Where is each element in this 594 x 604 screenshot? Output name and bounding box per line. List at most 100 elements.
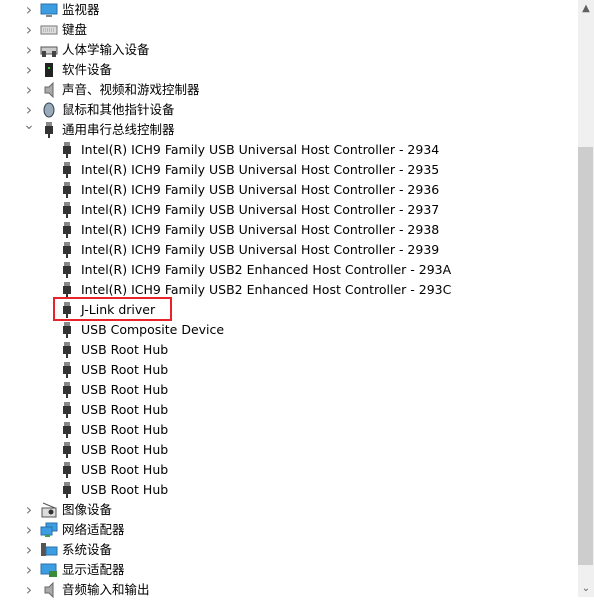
chevron-right-icon[interactable]: › [23,500,35,520]
device-item[interactable]: Intel(R) ICH9 Family USB Universal Host … [0,220,578,240]
chevron-right-icon[interactable]: › [23,20,35,40]
usb-icon [62,162,72,178]
tree-category[interactable]: › 软件设备 [0,60,578,80]
device-item[interactable]: USB Root Hub [0,400,578,420]
chevron-right-icon[interactable]: › [23,0,35,20]
software-device-icon [40,62,58,78]
category-label: 系统设备 [62,542,113,557]
usb-icon [62,202,72,218]
network-adapter-icon [40,522,58,538]
hid-icon [40,42,58,58]
camera-icon [40,502,58,518]
device-item[interactable]: Intel(R) ICH9 Family USB Universal Host … [0,160,578,180]
chevron-right-icon[interactable]: › [23,540,35,560]
chevron-right-icon[interactable]: › [23,80,35,100]
scroll-down-button[interactable]: ⌄ [578,580,594,597]
device-label: USB Root Hub [81,442,169,457]
tree-category[interactable]: › 键盘 [0,20,578,40]
speaker-icon [40,581,58,599]
category-label: 声音、视频和游戏控制器 [62,82,200,97]
category-label: 鼠标和其他指针设备 [62,102,175,117]
usb-icon [62,462,72,478]
device-item[interactable]: USB Root Hub [0,420,578,440]
device-item[interactable]: Intel(R) ICH9 Family USB2 Enhanced Host … [0,260,578,280]
usb-icon [62,242,72,258]
chevron-right-icon[interactable]: › [23,520,35,540]
scrollbar-thumb[interactable] [578,147,593,565]
usb-icon [62,482,72,498]
tree-category[interactable]: › 声音、视频和游戏控制器 [0,80,578,100]
device-label: Intel(R) ICH9 Family USB Universal Host … [81,142,440,157]
device-item[interactable]: Intel(R) ICH9 Family USB Universal Host … [0,140,578,160]
device-label: USB Root Hub [81,462,169,477]
device-item[interactable]: USB Root Hub [0,360,578,380]
device-label: USB Root Hub [81,362,169,377]
device-label: USB Composite Device [81,322,225,337]
device-item[interactable]: USB Composite Device [0,320,578,340]
device-item[interactable]: USB Root Hub [0,440,578,460]
chevron-right-icon[interactable]: › [23,560,35,580]
device-label: Intel(R) ICH9 Family USB Universal Host … [81,202,440,217]
device-item[interactable]: USB Root Hub [0,460,578,480]
vertical-scrollbar[interactable]: ▲ ⌄ [578,0,594,597]
tree-category[interactable]: › 网络适配器 [0,520,578,540]
device-item[interactable]: USB Root Hub [0,340,578,360]
device-label: Intel(R) ICH9 Family USB2 Enhanced Host … [81,262,452,277]
device-item[interactable]: Intel(R) ICH9 Family USB Universal Host … [0,200,578,220]
category-label: 通用串行总线控制器 [62,122,175,137]
device-label: Intel(R) ICH9 Family USB Universal Host … [81,222,440,237]
usb-icon [62,342,72,358]
device-label: USB Root Hub [81,402,169,417]
scroll-up-button[interactable]: ▲ [578,0,594,17]
category-label: 音频输入和输出 [62,582,150,597]
tree-category[interactable]: › 图像设备 [0,500,578,520]
usb-icon [40,122,58,138]
device-label: USB Root Hub [81,382,169,397]
category-label: 图像设备 [62,502,113,517]
chevron-right-icon[interactable]: › [23,40,35,60]
mouse-icon [40,102,58,118]
chevron-down-icon[interactable]: ⌄ [23,115,35,135]
chevron-right-icon[interactable]: › [23,60,35,80]
usb-icon [62,362,72,378]
usb-icon [62,142,72,158]
device-label: USB Root Hub [81,342,169,357]
device-item[interactable]: USB Root Hub [0,380,578,400]
tree-category[interactable]: › 监视器 [0,0,578,20]
device-label: USB Root Hub [81,482,169,497]
display-adapter-icon [40,562,58,578]
category-label: 键盘 [62,22,88,37]
device-label: Intel(R) ICH9 Family USB Universal Host … [81,182,440,197]
tree-category[interactable]: › 鼠标和其他指针设备 [0,100,578,120]
highlight-box [53,297,172,321]
usb-icon [62,282,72,298]
category-label: 人体学输入设备 [62,42,150,57]
tree-category[interactable]: ⌄ 通用串行总线控制器 [0,117,578,140]
category-label: 软件设备 [62,62,113,77]
usb-icon [62,262,72,278]
tree-category[interactable]: › 人体学输入设备 [0,40,578,60]
device-item[interactable]: Intel(R) ICH9 Family USB Universal Host … [0,240,578,260]
keyboard-icon [40,22,58,38]
usb-icon [62,422,72,438]
usb-icon [62,382,72,398]
tree-category[interactable]: › 显示适配器 [0,560,578,580]
usb-icon [62,442,72,458]
device-label: USB Root Hub [81,422,169,437]
device-item[interactable]: Intel(R) ICH9 Family USB Universal Host … [0,180,578,200]
chevron-right-icon[interactable]: › [23,580,35,600]
device-label: Intel(R) ICH9 Family USB Universal Host … [81,162,440,177]
category-label: 显示适配器 [62,562,125,577]
device-item[interactable]: USB Root Hub [0,480,578,500]
tree-category[interactable]: › 音频输入和输出 [0,580,578,600]
usb-icon [62,182,72,198]
device-label: Intel(R) ICH9 Family USB Universal Host … [81,242,440,257]
usb-icon [62,322,72,338]
usb-icon [62,222,72,238]
tree-category[interactable]: › 系统设备 [0,540,578,560]
usb-icon [62,402,72,418]
speaker-icon [40,81,58,99]
category-label: 网络适配器 [62,522,125,537]
monitor-icon [40,2,58,18]
category-label: 监视器 [62,2,100,17]
